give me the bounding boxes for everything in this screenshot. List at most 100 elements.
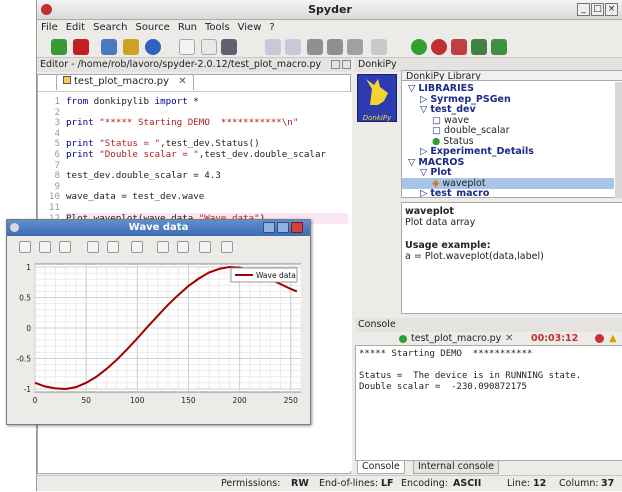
tree-item-macros[interactable]: ▽MACROS [402, 157, 614, 168]
tree-item-waveplot[interactable]: ◆waveplot [402, 178, 614, 189]
code-line[interactable]: print "***** Starting DEMO ***********\n… [66, 117, 298, 128]
terminal-icon[interactable] [491, 39, 507, 55]
pdf-icon[interactable] [221, 241, 233, 253]
usage-example: a = Plot.waveplot(data,label) [405, 251, 619, 262]
menu-run[interactable]: Run [174, 20, 201, 35]
expanded-arrow-icon: ▽ [420, 167, 427, 178]
tree-item-label: double_scalar [444, 125, 510, 136]
menu-edit[interactable]: Edit [62, 20, 89, 35]
line-number: 8 [38, 170, 60, 181]
new-project-icon[interactable] [51, 39, 67, 55]
menu-file[interactable]: File [37, 20, 62, 35]
stop-icon[interactable] [595, 334, 604, 343]
run-icon[interactable] [411, 39, 427, 55]
menu-bar: FileEditSearchSourceRunToolsView? [37, 20, 622, 36]
debug-icon[interactable] [431, 39, 447, 55]
close-pane-icon[interactable] [342, 60, 351, 69]
grid-toggle-icon[interactable] [87, 241, 99, 253]
eol-value: LF [381, 476, 394, 492]
code-line[interactable]: wave_data = test_dev.wave [66, 191, 204, 202]
menu-tools[interactable]: Tools [201, 20, 234, 35]
help-desc: Plot data array [405, 217, 619, 228]
plot-close-button[interactable] [291, 222, 303, 233]
tree-item-test-macro[interactable]: ▷test_macro [402, 188, 614, 198]
python-path-icon[interactable] [123, 39, 139, 55]
tree-item-test-dev[interactable]: ▽test_dev [402, 104, 614, 115]
tab-console[interactable]: Console [357, 460, 405, 474]
tools-icon[interactable] [101, 39, 117, 55]
code-line[interactable]: test_dev.double_scalar = 4.3 [66, 170, 221, 181]
menu-source[interactable]: Source [131, 20, 173, 35]
comment-icon[interactable] [371, 39, 387, 55]
python-file-icon [63, 76, 71, 84]
axes-icon[interactable] [107, 241, 119, 253]
cursor-icon[interactable] [131, 241, 143, 253]
copy-icon[interactable] [177, 241, 189, 253]
code-line[interactable]: print "Status = ",test_dev.Status() [66, 138, 260, 149]
undock-icon[interactable] [331, 60, 340, 69]
console-line [359, 360, 619, 371]
open-file-icon[interactable] [201, 39, 217, 55]
tree-item-libraries[interactable]: ▽LIBRARIES [402, 83, 614, 94]
code-line[interactable]: print "Double scalar = ",test_dev.double… [66, 149, 326, 160]
new-file-icon[interactable] [179, 39, 195, 55]
indent-icon[interactable] [265, 39, 281, 55]
preferences-icon[interactable] [145, 39, 161, 55]
close-console-tab-icon[interactable]: ✕ [505, 333, 513, 344]
tree-item-status[interactable]: ●Status [402, 136, 614, 147]
eol-label: End-of-lines: [319, 476, 378, 492]
tree-item-double-scalar[interactable]: ▢double_scalar [402, 125, 614, 136]
maximize-button[interactable]: □ [591, 3, 604, 16]
run-selection-icon[interactable] [451, 39, 467, 55]
select-tool-icon[interactable] [19, 241, 31, 253]
line-number: 1 [38, 96, 60, 107]
tree-item-label: test_dev [430, 104, 475, 115]
tree-item-label: waveplot [442, 178, 485, 189]
tree-item-wave[interactable]: ▢wave [402, 115, 614, 126]
code-line[interactable]: from donkipylib import * [66, 96, 199, 107]
find-icon[interactable] [307, 39, 323, 55]
close-tab-icon[interactable]: ✕ [178, 76, 186, 87]
collapsed-arrow-icon: ▷ [420, 146, 427, 157]
pan-tool-icon[interactable] [59, 241, 71, 253]
console-output[interactable]: ***** Starting DEMO ***********Status = … [355, 345, 622, 461]
expanded-arrow-icon: ▽ [408, 83, 415, 94]
tree-item-label: wave [444, 115, 469, 126]
x-tick-label: 0 [33, 396, 38, 405]
item-icon: ▢ [432, 125, 441, 136]
save-file-icon[interactable] [221, 39, 237, 55]
console-tab-icon [399, 335, 407, 343]
line-value: 12 [533, 476, 546, 492]
maximize-pane-icon[interactable] [73, 39, 89, 55]
replace-icon[interactable] [347, 39, 363, 55]
plot-window[interactable]: Wave data 050100150200250-1-0.500.51Wave… [6, 219, 311, 425]
menu-search[interactable]: Search [89, 20, 131, 35]
tab-internal-console[interactable]: Internal console [413, 460, 499, 474]
unindent-icon[interactable] [285, 39, 301, 55]
line-number: 6 [38, 149, 60, 160]
plot-maximize-button[interactable] [277, 222, 289, 233]
tree-scrollbar[interactable] [615, 82, 622, 198]
find-next-icon[interactable] [327, 39, 343, 55]
plot-minimize-button[interactable] [263, 222, 275, 233]
tab-test-plot-macro[interactable]: test_plot_macro.py ✕ [56, 74, 194, 90]
x-tick-label: 150 [181, 396, 196, 405]
print-icon[interactable] [199, 241, 211, 253]
col-label: Column: [559, 476, 599, 492]
tree-item-plot[interactable]: ▽Plot [402, 167, 614, 178]
console-line: Double scalar = -230.090872175 [359, 382, 619, 393]
menu-[interactable]: ? [265, 20, 278, 35]
minimize-button[interactable]: _ [577, 3, 590, 16]
export-icon[interactable] [157, 241, 169, 253]
tree-item-syrmep-psgen[interactable]: ▷Syrmep_PSGen [402, 94, 614, 105]
donkipy-icon[interactable] [471, 39, 487, 55]
console-tab-label[interactable]: test_plot_macro.py [411, 333, 501, 344]
plot-title-bar[interactable]: Wave data [7, 220, 310, 236]
tab-label: test_plot_macro.py [74, 76, 169, 87]
zoom-tool-icon[interactable] [39, 241, 51, 253]
timer-label: 00:03:12 [531, 333, 578, 344]
close-button[interactable]: × [605, 3, 618, 16]
menu-view[interactable]: View [234, 20, 266, 35]
tree-item-experiment-details[interactable]: ▷Experiment_Details [402, 146, 614, 157]
library-tree[interactable]: ▽LIBRARIES▷Syrmep_PSGen▽test_dev▢wave▢do… [401, 80, 622, 198]
